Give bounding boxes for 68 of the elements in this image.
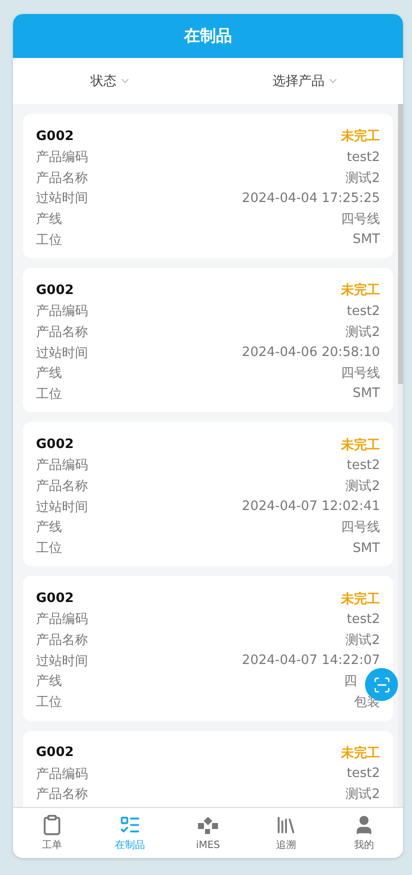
nav-tab[interactable]: 我的: [325, 808, 403, 858]
field-label: 产品编码: [36, 149, 88, 166]
filter-dropdown[interactable]: 状态: [13, 58, 208, 104]
order-code: G002: [36, 745, 74, 760]
field-label: 产品编码: [36, 766, 88, 783]
clipboard-icon: [41, 814, 63, 836]
nav-tab[interactable]: 追溯: [247, 808, 325, 858]
field-value: 测试2: [346, 170, 380, 187]
work-card[interactable]: G002 未完工 产品编码 test2 产品名称 测试2: [23, 730, 393, 807]
field-label: 产品名称: [36, 324, 88, 341]
nav-tab[interactable]: 工单: [13, 808, 91, 858]
status-text: 未完工: [341, 282, 380, 300]
filter-dropdown[interactable]: 选择产品: [208, 58, 403, 104]
work-card[interactable]: G002 未完工 产品编码 test2 产品名称 测试2 过站时间 2024-04-04 17:25:25 产线 四号线 工位 SMT: [23, 114, 393, 258]
order-code: G002: [36, 282, 74, 298]
field-value: test2: [346, 612, 380, 627]
status-text: 未完工: [341, 744, 380, 762]
field-label: 产线: [36, 365, 62, 382]
work-card[interactable]: G002 未完工 产品编码 test2 产品名称 测试2 过站时间 2024-04-06 20:58:10 产线 四号线 工位 SMT: [23, 268, 393, 412]
field-value: 2024-04-06 20:58:10: [242, 345, 380, 360]
field-value: 四号线: [341, 211, 380, 228]
status-text: 未完工: [341, 128, 380, 146]
nav-tab[interactable]: iMES: [169, 808, 247, 858]
order-code: G002: [36, 437, 74, 452]
field-value: 测试2: [346, 632, 380, 650]
field-label: 过站时间: [36, 344, 88, 362]
field-value: 测试2: [346, 324, 380, 341]
status-text: 未完工: [341, 590, 380, 608]
field-label: 产线: [36, 519, 62, 536]
work-card[interactable]: G002 未完工 产品编码 test2 产品名称 测试2 过站时间 2024-04-07 12:02:41 产线 四号线 工位 SMT: [23, 422, 393, 566]
field-label: 产品名称: [36, 170, 88, 187]
field-label: 产品编码: [36, 611, 88, 628]
field-label: 工位: [36, 386, 62, 403]
field-value: 2024-04-04 17:25:25: [242, 190, 380, 206]
field-value: 四号线: [341, 365, 380, 382]
page-title: 在制品: [184, 26, 232, 46]
field-value: test2: [346, 150, 380, 165]
field-label: 产品名称: [36, 786, 88, 804]
field-value: test2: [346, 766, 380, 782]
scan-icon: [372, 676, 390, 694]
field-label: 工位: [36, 540, 62, 558]
field-label: 产品名称: [36, 632, 88, 650]
field-label: 工位: [36, 232, 62, 249]
field-value: 2024-04-07 12:02:41: [242, 499, 380, 514]
field-value: SMT: [352, 232, 380, 248]
field-value: SMT: [352, 540, 380, 556]
field-value: 测试2: [346, 478, 380, 495]
field-label: 产品名称: [36, 478, 88, 495]
field-label: 产品编码: [36, 457, 88, 474]
field-label: 产线: [36, 673, 62, 690]
status-text: 未完工: [341, 436, 380, 454]
field-value: test2: [346, 304, 380, 319]
field-value: 四: [344, 673, 358, 690]
order-code: G002: [36, 128, 74, 144]
field-value: test2: [346, 458, 380, 473]
field-label: 过站时间: [36, 498, 88, 516]
field-value: SMT: [352, 386, 380, 402]
field-value: 测试2: [346, 786, 380, 804]
field-label: 产线: [36, 211, 62, 228]
order-code: G002: [36, 591, 74, 606]
field-value: 四号线: [341, 519, 380, 536]
field-value: 2024-04-07 14:22:07: [242, 653, 380, 668]
field-label: 过站时间: [36, 190, 88, 208]
scrollbar[interactable]: [398, 104, 403, 807]
field-label: 过站时间: [36, 652, 88, 670]
field-label: 工位: [36, 694, 62, 712]
books-icon: [275, 814, 297, 836]
field-label: 产品编码: [36, 303, 88, 320]
